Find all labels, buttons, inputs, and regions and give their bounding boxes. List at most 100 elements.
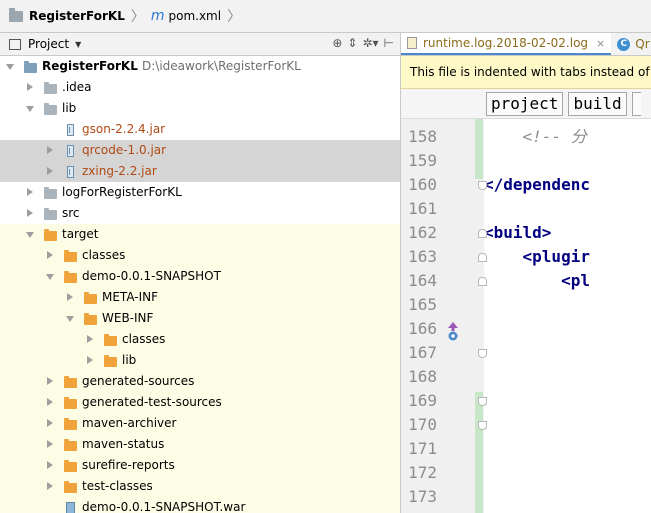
code-line[interactable]: <plugir (484, 245, 590, 269)
excluded-folder-icon (84, 313, 97, 325)
change-marker (475, 119, 483, 179)
panel-title[interactable]: Project (28, 37, 69, 51)
tab-runtime-log[interactable]: runtime.log.2018-02-02.log × (401, 33, 612, 55)
log-file-icon (407, 37, 417, 49)
tree-item[interactable]: logForRegisterForKL (0, 182, 400, 203)
navigation-breadcrumb: RegisterForKL 〉 m pom.xml 〉 (0, 0, 651, 33)
project-panel-header: Project ▼ ⊕ ⇕ ✲▾ ⊢ (0, 33, 400, 56)
fold-marker-icon[interactable] (478, 253, 487, 262)
code-line[interactable]: <!-- 分 (484, 125, 587, 149)
dropdown-caret-icon[interactable]: ▼ (75, 40, 81, 49)
crumb-project[interactable]: project (486, 91, 564, 116)
collapse-arrow-icon[interactable] (87, 335, 93, 343)
expand-arrow-icon[interactable] (6, 64, 14, 70)
tree-item[interactable]: test-classes (0, 476, 400, 497)
breadcrumb-file[interactable]: pom.xml (168, 9, 221, 23)
excluded-folder-icon (64, 481, 77, 493)
tree-item[interactable]: qrcode-1.0.jar (0, 140, 400, 161)
tree-item[interactable]: zxing-2.2.jar (0, 161, 400, 182)
tree-item-label: demo-0.0.1-SNAPSHOT.war (82, 500, 246, 513)
breadcrumb-project[interactable]: RegisterForKL (29, 9, 125, 23)
jar-icon (67, 145, 74, 157)
collapse-arrow-icon[interactable] (47, 377, 53, 385)
collapse-arrow-icon[interactable] (47, 419, 53, 427)
tree-item[interactable]: target (0, 224, 400, 245)
collapse-arrow-icon[interactable] (47, 482, 53, 490)
expand-arrow-icon[interactable] (26, 106, 34, 112)
code-text: <plugir (484, 247, 590, 266)
tree-item[interactable]: demo-0.0.1-SNAPSHOT (0, 266, 400, 287)
expand-arrow-icon[interactable] (46, 274, 54, 280)
fold-marker-icon[interactable] (478, 181, 487, 190)
tab-qr-class[interactable]: C Qr (611, 33, 651, 55)
tree-item-label: generated-test-sources (82, 395, 222, 409)
tree-item[interactable]: maven-status (0, 434, 400, 455)
module-folder-icon (24, 61, 37, 73)
collapse-arrow-icon[interactable] (47, 398, 53, 406)
tree-item[interactable]: lib (0, 98, 400, 119)
class-c-icon: C (617, 37, 631, 51)
hide-panel-icon[interactable]: ⊢ (384, 36, 394, 50)
tree-item[interactable]: src (0, 203, 400, 224)
collapse-arrow-icon[interactable] (67, 293, 73, 301)
fold-marker-icon[interactable] (478, 349, 487, 358)
implemented-gutter-icon[interactable] (446, 321, 460, 341)
collapse-arrow-icon[interactable] (47, 461, 53, 469)
collapse-arrow-icon[interactable] (47, 251, 53, 259)
project-tree: RegisterForKL D:\ideawork\RegisterForKL .i… (0, 56, 400, 513)
close-icon[interactable]: × (596, 37, 605, 50)
tree-item-label: META-INF (102, 290, 159, 304)
collapse-all-icon[interactable]: ⇕ (347, 36, 357, 50)
tree-item[interactable]: surefire-reports (0, 455, 400, 476)
settings-gear-icon[interactable]: ✲▾ (362, 36, 378, 50)
line-number: 161 (408, 199, 437, 218)
tree-item[interactable]: .idea (0, 77, 400, 98)
tree-item-label: classes (122, 332, 166, 346)
collapse-arrow-icon[interactable] (47, 167, 53, 175)
expand-arrow-icon[interactable] (66, 316, 74, 322)
project-folder-icon (9, 7, 23, 22)
tree-item[interactable]: generated-sources (0, 371, 400, 392)
line-number: 165 (408, 295, 437, 314)
maven-file-icon: m (150, 8, 165, 24)
collapse-arrow-icon[interactable] (47, 146, 53, 154)
crumb-build[interactable]: build (568, 91, 627, 116)
line-number: 170 (408, 415, 437, 434)
fold-marker-icon[interactable] (478, 421, 487, 430)
tree-item[interactable]: lib (0, 350, 400, 371)
collapse-arrow-icon[interactable] (47, 440, 53, 448)
crumb-overflow[interactable] (631, 91, 641, 116)
collapse-arrow-icon[interactable] (27, 83, 33, 91)
tree-item[interactable]: WEB-INF (0, 308, 400, 329)
collapse-arrow-icon[interactable] (27, 188, 33, 196)
line-number: 167 (408, 343, 437, 362)
tree-item-label: demo-0.0.1-SNAPSHOT (82, 269, 221, 283)
target-icon[interactable]: ⊕ (332, 36, 342, 50)
fold-marker-icon[interactable] (478, 277, 487, 286)
line-number: 172 (408, 463, 437, 482)
tree-item-label: RegisterForKL (42, 59, 138, 73)
tree-item[interactable]: demo-0.0.1-SNAPSHOT.war (0, 497, 400, 513)
tree-item-label: surefire-reports (82, 458, 175, 472)
line-number: 173 (408, 487, 437, 506)
code-line[interactable]: <pl (484, 269, 590, 293)
tree-item[interactable]: generated-test-sources (0, 392, 400, 413)
tree-item[interactable]: classes (0, 329, 400, 350)
tree-item[interactable]: maven-archiver (0, 413, 400, 434)
collapse-arrow-icon[interactable] (27, 209, 33, 217)
tree-item-label: maven-status (82, 437, 165, 451)
fold-marker-icon[interactable] (478, 229, 487, 238)
project-view-icon (9, 38, 21, 50)
tree-item[interactable]: RegisterForKL D:\ideawork\RegisterForKL (0, 56, 400, 77)
code-line[interactable]: <build> (484, 221, 551, 245)
expand-arrow-icon[interactable] (26, 232, 34, 238)
tree-item[interactable]: classes (0, 245, 400, 266)
fold-marker-icon[interactable] (478, 397, 487, 406)
tree-item[interactable]: gson-2.2.4.jar (0, 119, 400, 140)
code-line[interactable]: </dependenc (484, 173, 590, 197)
collapse-arrow-icon[interactable] (87, 356, 93, 364)
tree-item-label: src (62, 206, 80, 220)
jar-icon (67, 166, 74, 178)
folder-icon (44, 208, 57, 220)
tree-item[interactable]: META-INF (0, 287, 400, 308)
